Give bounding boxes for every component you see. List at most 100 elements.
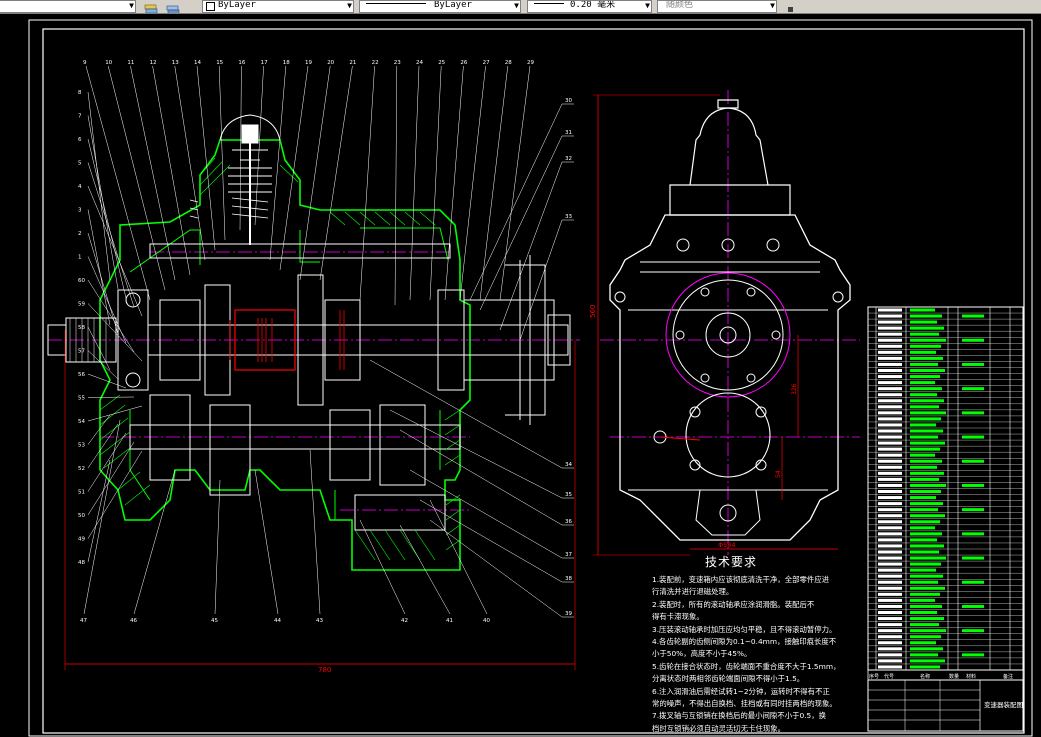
- bom-row-name-mark: [910, 598, 935, 602]
- dim-height-text: 560: [589, 305, 597, 318]
- callout-number: 24: [416, 60, 423, 66]
- callout-leader: [87, 441, 135, 516]
- layer-stack-icon[interactable]: [144, 0, 158, 13]
- bom-row-material-mark: [962, 435, 984, 439]
- bom-row-name-mark: [910, 580, 938, 584]
- callout-number: 26: [460, 60, 467, 66]
- technical-requirements-list: 1.装配前，变速箱内应该彻底清洗干净，全部零件应进 行清洗并进行退磁处理。 2.装配…: [652, 574, 867, 735]
- callout-number: 51: [78, 490, 85, 496]
- chevron-down-icon: ▼: [514, 1, 519, 10]
- callout-number: 55: [78, 396, 85, 402]
- bom-row-name-mark: [910, 526, 935, 530]
- bom-row-material-mark: [962, 556, 984, 560]
- callout-leader: [469, 103, 563, 301]
- bom-row-material-mark: [962, 629, 984, 633]
- side-top-bolt-3: [766, 238, 780, 252]
- callout-number: 53: [78, 443, 85, 449]
- side-view[interactable]: [600, 90, 860, 555]
- callout-leader: [83, 419, 121, 615]
- side-shift-tower: [669, 99, 791, 216]
- callout-number: 49: [78, 537, 85, 543]
- bom-row-code-mark: [878, 435, 902, 439]
- callout-number: 20: [327, 60, 334, 66]
- callout-number: 13: [172, 60, 179, 66]
- bom-row-code-mark: [878, 550, 902, 554]
- bom-row-code-mark: [878, 417, 902, 421]
- callout-number: 37: [565, 552, 572, 558]
- tech-note-line: 行清洗并进行退磁处理。: [652, 587, 734, 597]
- callout-number: 4: [78, 184, 82, 190]
- callout-leader: [369, 359, 563, 469]
- side-cover-bolt-4: [771, 330, 781, 340]
- bearing-ball-top: [125, 292, 141, 308]
- callout-leader: [87, 279, 135, 353]
- bom-row-code-mark: [878, 665, 902, 669]
- counter-gear-1: [149, 394, 191, 481]
- callout-number: 30: [565, 98, 572, 104]
- linetype-control-value: ByLayer: [434, 0, 472, 10]
- drawing-canvas[interactable]: 780 560 Φ584 326 54 9 10 11 12 13 14 15 16 17 18 1…: [0, 14, 1041, 737]
- lineweight-control-value: 0.20 毫米: [570, 0, 616, 10]
- side-cover-bolt-2: [746, 287, 756, 297]
- bom-row-name-mark: [910, 441, 945, 445]
- bom-row-material-mark: [962, 314, 984, 318]
- side-cover-bolt-5: [700, 373, 710, 383]
- bom-row-code-mark: [878, 381, 902, 385]
- bom-row-name-mark: [910, 574, 943, 578]
- linetype-control-dropdown[interactable]: ByLayer ▼: [359, 0, 521, 13]
- bom-row-name-mark: [910, 562, 941, 566]
- bom-row-name-mark: [910, 490, 941, 493]
- color-swatch-icon: [206, 2, 215, 11]
- bom-row-code-mark: [878, 496, 902, 500]
- callout-leader: [254, 469, 279, 615]
- callout-number: 7: [78, 114, 82, 120]
- bom-table-rows: [868, 306, 1023, 669]
- dim-side-v1-text: 326: [791, 383, 798, 395]
- callout-number: 3: [78, 208, 82, 214]
- bom-row-code-mark: [878, 393, 902, 397]
- bom-row-name-mark: [910, 653, 938, 657]
- title-block[interactable]: 序号 代号 名称 数量 材料 备注 变速器装配图: [867, 306, 1024, 732]
- color-control-dropdown[interactable]: ByLayer ▼: [202, 0, 354, 13]
- tech-note-line: 档时互锁销必须自动灵活切无卡住现象。: [652, 723, 786, 733]
- callout-leader: [299, 65, 331, 281]
- callout-number: 32: [565, 156, 572, 162]
- bom-row-name-mark: [910, 665, 940, 669]
- bom-row-name-mark: [910, 635, 941, 639]
- bom-row-code-mark: [878, 332, 902, 336]
- dim-width-text: 780: [318, 666, 331, 674]
- side-mount-bolt-left: [614, 291, 626, 303]
- layer-previous-icon[interactable]: [166, 0, 180, 13]
- lineweight-control-dropdown[interactable]: 0.20 毫米 ▼: [527, 0, 652, 13]
- bom-row-name-mark: [910, 544, 944, 548]
- bearing-ball-bottom: [125, 372, 141, 388]
- callout-leader: [214, 479, 221, 615]
- bom-row-code-mark: [878, 502, 902, 506]
- bom-row-name-mark: [910, 350, 936, 354]
- bom-row-name-mark: [910, 405, 939, 409]
- callout-number: 50: [78, 513, 85, 519]
- bom-header-3: 名称: [920, 673, 930, 680]
- callout-leader: [394, 65, 398, 306]
- plotstyle-control-dropdown[interactable]: 随颜色 ▼: [657, 0, 777, 13]
- bom-row-name-mark: [910, 483, 946, 487]
- bom-row-name-mark: [910, 387, 942, 391]
- bom-row-name-mark: [910, 641, 936, 645]
- bom-row-name-mark: [910, 586, 945, 590]
- callout-number: 28: [505, 60, 512, 66]
- callout-leader: [87, 209, 111, 326]
- bom-row-code-mark: [878, 411, 902, 415]
- callout-number: 14: [194, 60, 201, 66]
- bom-row-material-mark: [962, 653, 984, 657]
- bom-header-6: 备注: [1003, 673, 1013, 680]
- color-control-value: ByLayer: [218, 0, 256, 10]
- toolbar-end-icon[interactable]: [786, 0, 796, 12]
- bom-row-code-mark: [878, 465, 902, 469]
- bom-row-name-mark: [910, 538, 937, 542]
- bom-row-name-mark: [910, 647, 943, 651]
- layer-dropdown-tail[interactable]: ▼: [0, 0, 136, 13]
- bom-row-name-mark: [910, 617, 944, 621]
- callout-leader: [479, 65, 509, 301]
- callout-leader: [479, 135, 563, 311]
- bom-row-name-mark: [910, 375, 940, 379]
